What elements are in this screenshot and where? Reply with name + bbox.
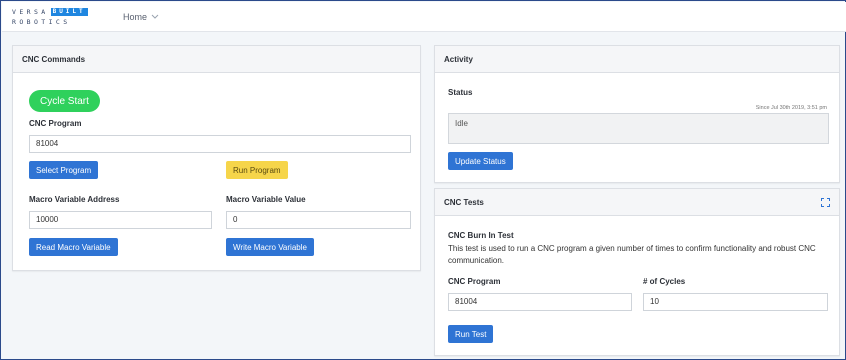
macro-value-input[interactable]: 0: [226, 211, 411, 229]
tests-program-input[interactable]: 81004: [448, 293, 632, 311]
tests-program-label: CNC Program: [448, 277, 501, 286]
run-program-button[interactable]: Run Program: [226, 161, 288, 179]
macro-address-input[interactable]: 10000: [29, 211, 212, 229]
app-window: VERSA BUILT ROBOTICS Home CNC Commands C…: [0, 0, 846, 360]
macro-value-label: Macro Variable Value: [226, 195, 306, 204]
read-macro-button[interactable]: Read Macro Variable: [29, 238, 118, 256]
cnc-program-input[interactable]: 81004: [29, 135, 411, 153]
cnc-commands-header: CNC Commands: [13, 46, 420, 73]
cycle-start-button[interactable]: Cycle Start: [29, 90, 100, 112]
macro-address-value: 10000: [36, 215, 59, 224]
cnc-tests-card: CNC Tests CNC Burn In Test This test is …: [434, 188, 840, 356]
tests-program-value: 81004: [455, 297, 478, 306]
burn-in-description: This test is used to run a CNC program a…: [448, 244, 816, 265]
status-label: Status: [448, 88, 473, 97]
write-macro-button[interactable]: Write Macro Variable: [226, 238, 314, 256]
logo-text-robotics: ROBOTICS: [12, 18, 71, 26]
cnc-program-label: CNC Program: [29, 119, 82, 128]
activity-card: Activity Status Since Jul 30th 2019, 3:5…: [434, 45, 840, 183]
versabuilt-logo[interactable]: VERSA BUILT ROBOTICS: [12, 8, 112, 26]
burn-in-title: CNC Burn In Test: [448, 231, 514, 240]
cnc-commands-card: CNC Commands Cycle Start CNC Program 810…: [12, 45, 421, 271]
activity-header: Activity: [435, 46, 839, 73]
cycles-input[interactable]: 10: [643, 293, 828, 311]
status-since-text: Since Jul 30th 2019, 3:51 pm: [755, 105, 827, 111]
cycles-label: # of Cycles: [643, 277, 686, 286]
macro-address-label: Macro Variable Address: [29, 195, 120, 204]
cnc-program-value: 81004: [36, 139, 59, 148]
select-program-button[interactable]: Select Program: [29, 161, 99, 179]
cycles-value: 10: [650, 297, 659, 306]
run-test-button[interactable]: Run Test: [448, 325, 494, 343]
expand-icon[interactable]: [821, 197, 830, 207]
cnc-tests-title: CNC Tests: [444, 197, 484, 207]
nav-home-label: Home: [123, 12, 148, 22]
cnc-commands-title: CNC Commands: [22, 54, 86, 64]
logo-text-versa: VERSA: [12, 8, 49, 16]
chevron-down-icon: [151, 13, 159, 22]
top-navbar: VERSA BUILT ROBOTICS Home: [2, 2, 846, 32]
cnc-tests-header: CNC Tests: [435, 189, 839, 216]
logo-badge-built: BUILT: [50, 8, 88, 16]
status-value: Idle: [455, 119, 468, 128]
update-status-button[interactable]: Update Status: [448, 152, 513, 170]
activity-title: Activity: [444, 54, 473, 64]
status-display: Idle: [448, 113, 829, 144]
macro-value-value: 0: [233, 215, 238, 224]
nav-home-dropdown[interactable]: Home: [123, 12, 159, 22]
